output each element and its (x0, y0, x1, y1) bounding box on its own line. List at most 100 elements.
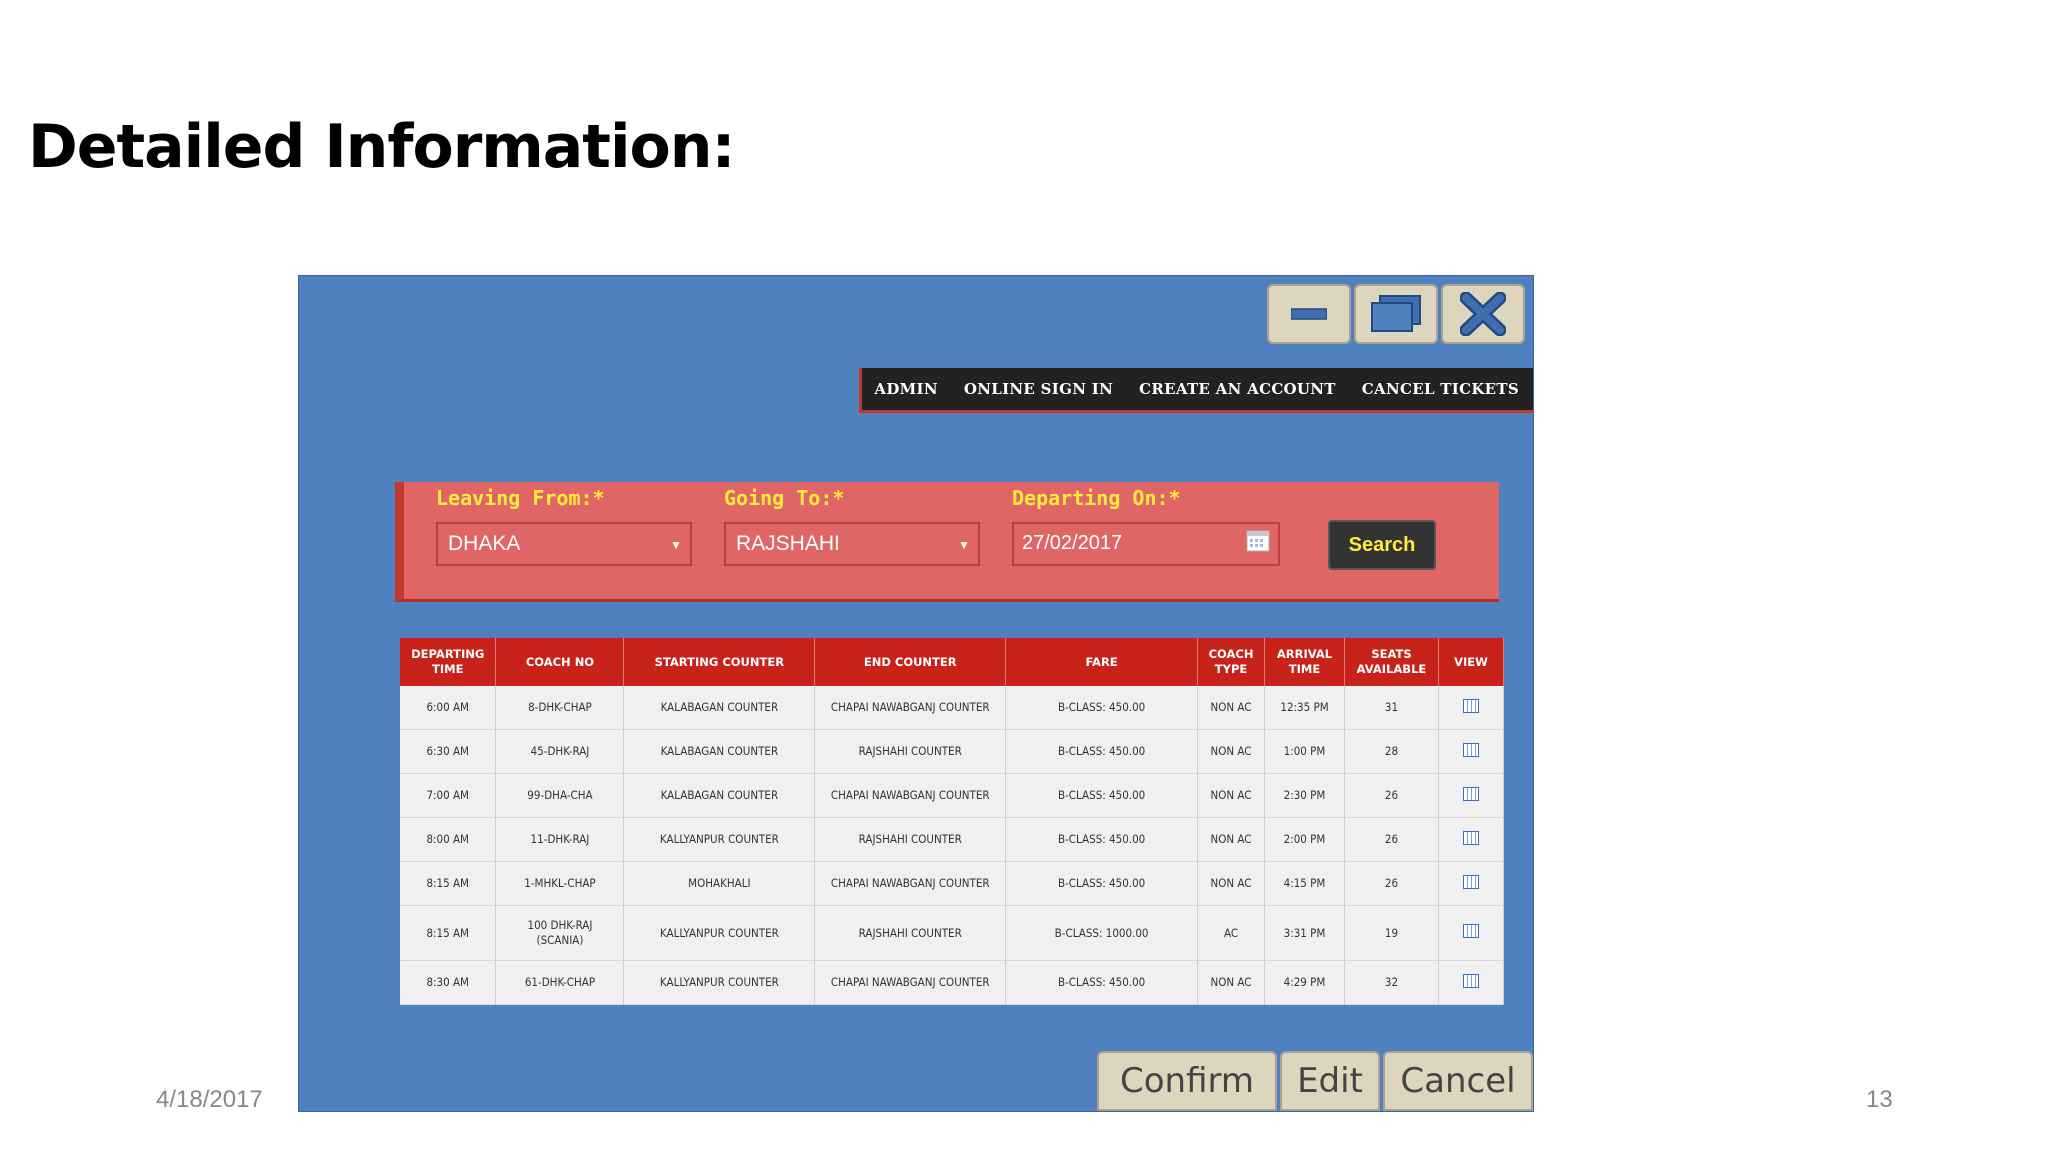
view-icon[interactable] (1462, 698, 1479, 713)
going-to-select[interactable]: RAJSHAHI ▼ (724, 522, 980, 566)
leaving-from-select[interactable]: DHAKA ▼ (436, 522, 692, 566)
cell-coach-type: NON AC (1197, 773, 1266, 818)
view-icon[interactable] (1462, 874, 1479, 889)
view-icon[interactable] (1462, 830, 1479, 845)
view-icon[interactable] (1462, 924, 1479, 938)
header-starting-counter: STARTING COUNTER (623, 638, 816, 686)
table-row[interactable]: 8:00 AM 11-DHK-RAJ KALLYANPUR COUNTER RA… (400, 817, 1505, 862)
cell-departing-time: 6:30 AM (400, 729, 497, 774)
cell-departing-time: 8:30 AM (400, 960, 497, 1005)
table-row[interactable]: 8:15 AM 1-MHKL-CHAP MOHAKHALI CHAPAI NAW… (400, 861, 1505, 906)
cell-departing-time: 7:00 AM (400, 773, 497, 818)
header-arrival-time: ARRIVAL TIME (1264, 638, 1345, 686)
view-icon[interactable] (1462, 786, 1479, 801)
cell-arrival-time: 3:31 PM (1264, 905, 1345, 961)
cell-fare: B-CLASS: 450.00 (1005, 729, 1199, 774)
header-fare: FARE (1005, 638, 1199, 686)
cell-coach-type: NON AC (1197, 861, 1266, 906)
header-view: VIEW (1438, 638, 1505, 686)
departing-on-input[interactable]: 27/02/2017 (1012, 522, 1280, 566)
cell-end-counter: CHAPAI NAWABGANJ COUNTER (814, 960, 1007, 1005)
nav-cancel-tickets[interactable]: CANCEL TICKETS (1362, 380, 1519, 398)
cell-departing-time: 8:15 AM (400, 905, 497, 961)
cell-fare: B-CLASS: 450.00 (1005, 686, 1199, 730)
cell-starting-counter: KALABAGAN COUNTER (623, 729, 816, 774)
minimize-icon (1291, 308, 1327, 320)
slide-page-number: 13 (1866, 1086, 1893, 1113)
cell-view (1438, 817, 1505, 862)
cell-coach-no: 99-DHA-CHA (495, 773, 625, 818)
table-row[interactable]: 7:00 AM 99-DHA-CHA KALABAGAN COUNTER CHA… (400, 773, 1505, 818)
schedule-table: DEPARTING TIME COACH NO STARTING COUNTER… (400, 638, 1505, 1005)
table-row[interactable]: 6:30 AM 45-DHK-RAJ KALABAGAN COUNTER RAJ… (400, 729, 1505, 774)
nav-admin[interactable]: ADMIN (874, 380, 937, 398)
cell-view (1438, 861, 1505, 906)
cell-end-counter: CHAPAI NAWABGANJ COUNTER (814, 861, 1007, 906)
app-window: ADMIN ONLINE SIGN IN CREATE AN ACCOUNT C… (298, 275, 1534, 1112)
chevron-down-icon: ▼ (670, 538, 682, 552)
table-row[interactable]: 8:15 AM 100 DHK-RAJ (SCANIA) KALLYANPUR … (400, 905, 1505, 961)
cell-end-counter: CHAPAI NAWABGANJ COUNTER (814, 773, 1007, 818)
leaving-from-label: Leaving From:* (436, 486, 605, 510)
cell-starting-counter: KALABAGAN COUNTER (623, 773, 816, 818)
confirm-button[interactable]: Confirm (1097, 1051, 1277, 1111)
departing-on-value: 27/02/2017 (1022, 532, 1123, 554)
close-button[interactable] (1441, 284, 1525, 344)
cell-seats-available: 32 (1344, 960, 1439, 1005)
top-nav: ADMIN ONLINE SIGN IN CREATE AN ACCOUNT C… (859, 368, 1533, 413)
cell-fare: B-CLASS: 1000.00 (1005, 905, 1199, 961)
header-coach-no: COACH NO (495, 638, 625, 686)
view-icon[interactable] (1462, 742, 1479, 757)
cell-coach-type: NON AC (1197, 686, 1266, 730)
action-buttons: Confirm Edit Cancel (1097, 1051, 1533, 1111)
cell-end-counter: RAJSHAHI COUNTER (814, 905, 1007, 961)
cell-end-counter: RAJSHAHI COUNTER (814, 817, 1007, 862)
header-seats-available: SEATS AVAILABLE (1344, 638, 1439, 686)
cell-arrival-time: 2:30 PM (1264, 773, 1345, 818)
cell-coach-no: 8-DHK-CHAP (495, 686, 625, 730)
nav-create-account[interactable]: CREATE AN ACCOUNT (1139, 380, 1336, 398)
cell-view (1438, 773, 1505, 818)
nav-online-sign-in[interactable]: ONLINE SIGN IN (964, 380, 1113, 398)
cell-coach-no: 61-DHK-CHAP (495, 960, 625, 1005)
cell-view (1438, 729, 1505, 774)
leaving-from-value: DHAKA (448, 532, 521, 555)
table-header-row: DEPARTING TIME COACH NO STARTING COUNTER… (400, 638, 1505, 686)
slide-title: Detailed Information: (28, 112, 735, 182)
cell-view (1438, 686, 1505, 730)
minimize-button[interactable] (1267, 284, 1351, 344)
cell-coach-type: AC (1197, 905, 1266, 961)
cell-departing-time: 6:00 AM (400, 686, 497, 730)
table-row[interactable]: 6:00 AM 8-DHK-CHAP KALABAGAN COUNTER CHA… (400, 686, 1505, 730)
view-icon[interactable] (1462, 973, 1479, 988)
cell-seats-available: 19 (1344, 905, 1439, 961)
header-end-counter: END COUNTER (814, 638, 1007, 686)
header-departing-time: DEPARTING TIME (400, 638, 497, 686)
cell-view (1438, 905, 1505, 961)
maximize-button[interactable] (1354, 284, 1438, 344)
cell-end-counter: RAJSHAHI COUNTER (814, 729, 1007, 774)
table-row[interactable]: 8:30 AM 61-DHK-CHAP KALLYANPUR COUNTER C… (400, 960, 1505, 1005)
cancel-button[interactable]: Cancel (1383, 1051, 1533, 1111)
maximize-icon (1371, 295, 1421, 332)
cell-arrival-time: 12:35 PM (1264, 686, 1345, 730)
cell-seats-available: 26 (1344, 773, 1439, 818)
header-coach-type: COACH TYPE (1197, 638, 1266, 686)
cell-coach-no: 11-DHK-RAJ (495, 817, 625, 862)
cell-end-counter: CHAPAI NAWABGANJ COUNTER (814, 686, 1007, 730)
search-button[interactable]: Search (1328, 520, 1436, 570)
cell-seats-available: 31 (1344, 686, 1439, 730)
cell-seats-available: 26 (1344, 817, 1439, 862)
cell-coach-type: NON AC (1197, 817, 1266, 862)
window-controls (1267, 284, 1525, 344)
close-icon (1460, 292, 1506, 336)
cell-starting-counter: KALLYANPUR COUNTER (623, 905, 816, 961)
cell-arrival-time: 2:00 PM (1264, 817, 1345, 862)
cell-arrival-time: 4:29 PM (1264, 960, 1345, 1005)
edit-button[interactable]: Edit (1280, 1051, 1380, 1111)
search-panel: Leaving From:* DHAKA ▼ Going To:* RAJSHA… (395, 482, 1499, 602)
cell-coach-no: 45-DHK-RAJ (495, 729, 625, 774)
cell-coach-no: 100 DHK-RAJ (SCANIA) (495, 905, 625, 961)
cell-fare: B-CLASS: 450.00 (1005, 773, 1199, 818)
calendar-icon[interactable] (1246, 530, 1270, 552)
